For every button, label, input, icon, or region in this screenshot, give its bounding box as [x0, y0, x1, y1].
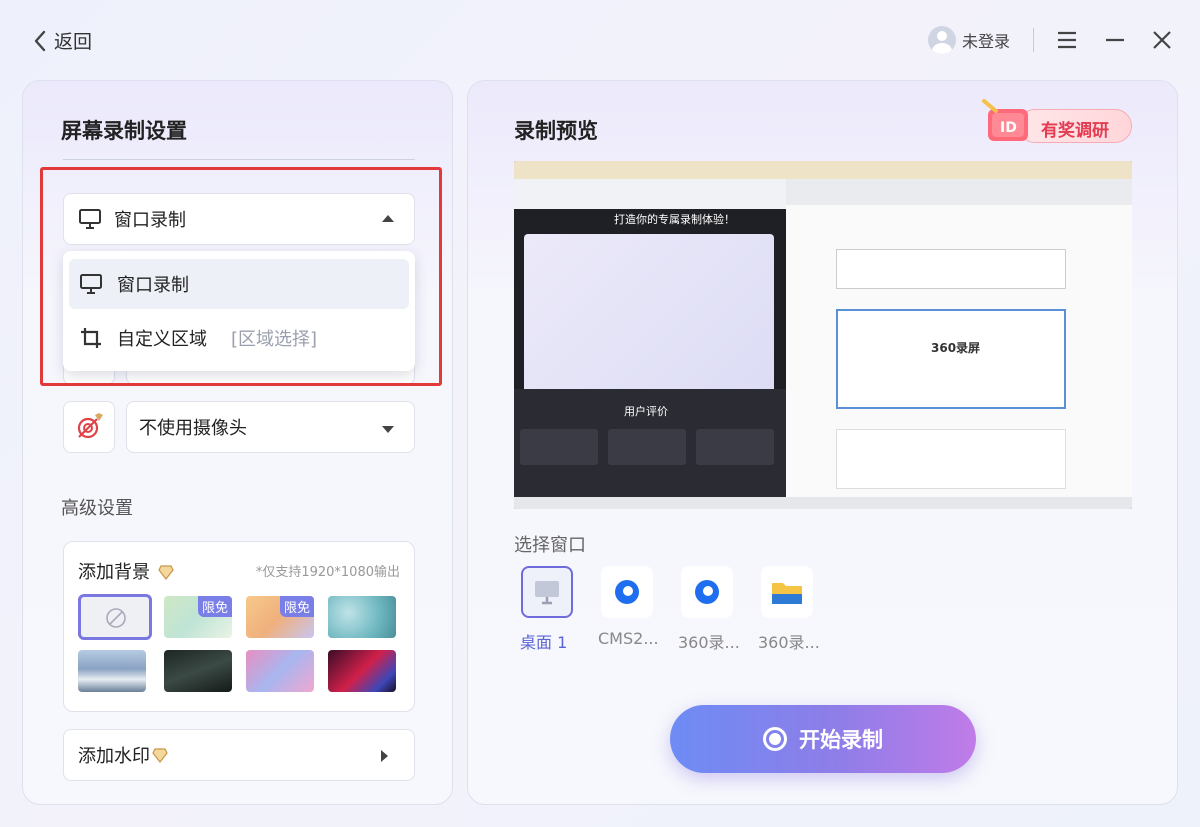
gift-icon: ID [982, 99, 1028, 141]
option-label: 自定义区域 [117, 329, 207, 350]
option-label: 窗口录制 [117, 275, 189, 296]
title-bar: 返回 未登录 [0, 0, 1200, 80]
window-item-cms[interactable]: CMS2... [590, 566, 664, 656]
chevron-left-icon [34, 30, 46, 51]
start-label: 开始录制 [799, 728, 883, 752]
advanced-title: 高级设置 [61, 498, 133, 519]
ban-icon [106, 608, 126, 628]
hamburger-icon [1058, 31, 1076, 49]
record-mode-dropdown: 窗口录制 自定义区域 [区域选择] [63, 251, 415, 371]
free-badge: 限免 [279, 596, 314, 617]
background-forest[interactable] [164, 650, 232, 692]
survey-pill: 有奖调研 [1018, 109, 1132, 143]
preview-brand: 360录屏 [931, 341, 981, 355]
caret-up-icon [382, 215, 394, 222]
divider [63, 159, 415, 160]
svg-text:ID: ID [1000, 120, 1017, 136]
watermark-title: 添加水印 [78, 746, 150, 767]
background-wave[interactable] [246, 650, 314, 692]
window-item-360-a[interactable]: 360录... [670, 566, 744, 656]
caret-down-icon [382, 426, 394, 433]
record-mode-select[interactable]: 窗口录制 [63, 193, 415, 245]
back-button[interactable]: 返回 [32, 27, 92, 54]
back-label: 返回 [54, 31, 93, 53]
camera-toggle[interactable] [63, 401, 115, 453]
start-recording-button[interactable]: 开始录制 [670, 705, 976, 773]
background-neon[interactable] [328, 650, 396, 692]
360-app-icon [695, 580, 719, 604]
background-teal[interactable] [328, 596, 396, 638]
divider [1033, 28, 1034, 52]
desktop-wallpaper-strip [514, 161, 1132, 179]
record-mode-value: 窗口录制 [114, 210, 186, 231]
background-orange[interactable]: 限免 [246, 596, 314, 638]
preview-title: 录制预览 [514, 119, 598, 143]
user-label: 未登录 [962, 32, 1011, 51]
background-card: 添加背景 *仅支持1920*1080输出 限免 限免 [63, 541, 415, 712]
caret-right-icon [381, 750, 388, 762]
background-title-row: 添加背景 [78, 558, 174, 584]
recording-preview: 打造你的专属录制体验！ 用户评价 360录屏 [514, 161, 1132, 509]
window-item-desktop[interactable]: 桌面 1 [510, 566, 584, 656]
camera-value: 不使用摄像头 [139, 418, 247, 439]
avatar [928, 26, 956, 54]
preview-right-window: 360录屏 [786, 179, 1132, 503]
survey-button[interactable]: 有奖调研 ID [978, 99, 1133, 143]
camera-off-icon [77, 413, 103, 439]
window-thumb [681, 566, 733, 618]
background-mountain[interactable] [78, 650, 146, 692]
preview-taskbar [514, 497, 1132, 509]
preview-left-window: 打造你的专属录制体验！ 用户评价 [514, 179, 786, 503]
camera-select[interactable]: 不使用摄像头 [126, 401, 415, 453]
window-thumb [521, 566, 573, 618]
folder-icon [772, 583, 802, 604]
record-icon [763, 727, 787, 751]
background-green[interactable]: 限免 [164, 596, 232, 638]
survey-label: 有奖调研 [1041, 121, 1109, 141]
vip-gem-icon [158, 565, 174, 580]
monitor-icon [79, 209, 101, 229]
monitor-icon [80, 274, 102, 294]
option-custom-area[interactable]: 自定义区域 [区域选择] [69, 313, 409, 363]
background-none[interactable] [78, 594, 152, 640]
option-hint: [区域选择] [231, 329, 318, 350]
window-item-360-b[interactable]: 360录... [750, 566, 824, 656]
background-note: *仅支持1920*1080输出 [255, 565, 400, 580]
settings-panel: 屏幕录制设置 窗口录制 不使用摄像头 窗口录制 自定义区域 [区域选择] 高级设… [22, 80, 453, 805]
select-window-title: 选择窗口 [514, 535, 586, 556]
cms-app-icon [615, 580, 639, 604]
window-label: 360录... [758, 633, 820, 652]
free-badge: 限免 [197, 596, 232, 617]
background-title: 添加背景 [78, 562, 150, 583]
window-thumb [761, 566, 813, 618]
preview-reviews: 用户评价 [624, 405, 668, 418]
preview-headline: 打造你的专属录制体验！ [614, 213, 735, 226]
crop-icon [81, 328, 101, 348]
preview-panel: 录制预览 有奖调研 ID 打造你的专属录制体验！ 用户评价 360录屏 选择窗口… [467, 80, 1178, 805]
vip-gem-icon [152, 748, 168, 763]
option-window-record[interactable]: 窗口录制 [69, 259, 409, 309]
watermark-row[interactable]: 添加水印 [63, 729, 415, 781]
close-button[interactable] [1150, 28, 1174, 52]
monitor-icon [535, 581, 559, 605]
menu-button[interactable] [1055, 28, 1079, 52]
settings-title: 屏幕录制设置 [61, 119, 187, 143]
minimize-button[interactable] [1103, 28, 1127, 52]
window-thumb [601, 566, 653, 618]
minimize-icon [1106, 38, 1124, 42]
close-icon [1153, 31, 1171, 49]
user-login-button[interactable]: 未登录 [928, 26, 1010, 54]
